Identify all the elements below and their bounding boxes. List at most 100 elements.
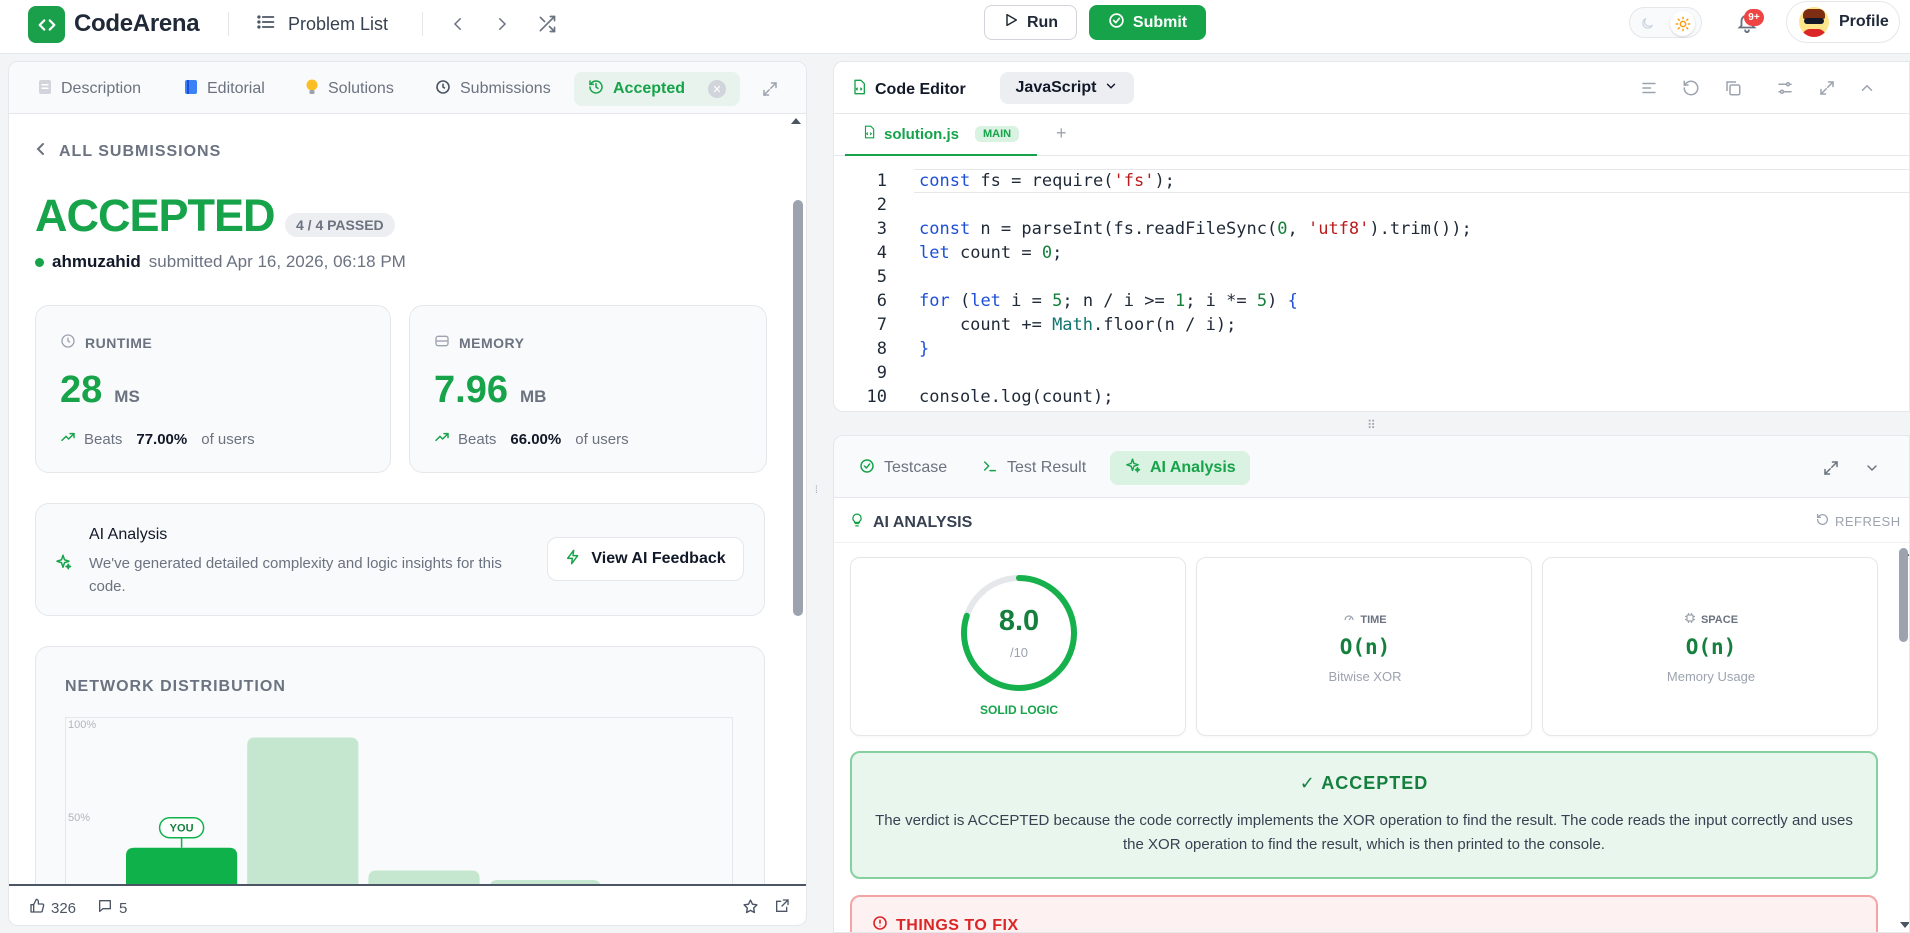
code-line[interactable]: 10 console.log(count); [834,385,1909,409]
chevron-right-icon[interactable] [488,10,516,38]
time-label-row: TIME [1197,612,1533,627]
star-icon[interactable] [742,898,759,915]
time-label: TIME [1360,613,1387,626]
verdict-explanation: ✓ ACCEPTED The verdict is ACCEPTED becau… [850,751,1878,879]
memory-beats-value: 66.00% [510,430,562,448]
code-text[interactable]: let count = 0; [919,241,1062,265]
problem-list-link[interactable]: Problem List [256,9,388,39]
theme-toggle[interactable] [1629,7,1702,38]
chevron-down-icon [1104,79,1118,98]
code-line[interactable]: 6 for (let i = 5; n / i >= 1; i *= 5) { [834,289,1909,313]
tab-ai-analysis[interactable]: AI Analysis [1110,451,1250,485]
tab-test-result-label: Test Result [1007,459,1087,476]
bottom-scrollbar-thumb[interactable] [1899,548,1908,642]
tab-description[interactable]: Description [38,72,141,106]
tab-test-result[interactable]: Test Result [982,451,1086,485]
tab-solutions[interactable]: Solutions [305,72,394,106]
line-number: 5 [876,267,887,287]
runtime-unit: MS [114,387,140,406]
brand-name[interactable]: CodeArena [74,10,200,38]
shuffle-icon[interactable] [533,10,561,38]
alert-icon [872,915,888,932]
code-line[interactable]: 2 [834,193,1909,217]
file-tab-solution[interactable]: solution.js MAIN [845,114,1037,156]
submit-button[interactable]: Submit [1089,5,1206,40]
chevron-left-icon[interactable] [444,10,472,38]
code-text[interactable]: console.log(count); [919,385,1113,409]
tab-testcase[interactable]: Testcase [859,451,947,485]
refresh-button[interactable]: REFRESH [1816,513,1901,529]
runtime-card: RUNTIME 28 MS Beats 77.00% of users [35,305,391,473]
space-complexity-card: SPACE O(n) Memory Usage [1542,557,1878,736]
profile-button[interactable]: Profile [1786,1,1900,43]
settings-icon[interactable] [1773,76,1797,100]
tab-editorial[interactable]: Editorial [184,72,265,106]
reset-icon[interactable] [1679,76,1703,100]
code-file-icon [851,78,867,101]
ai-analysis-header: AI ANALYSIS REFRESH [834,498,1909,543]
horizontal-resize-handle[interactable]: ⠿ [1367,418,1376,432]
copy-icon[interactable] [1721,76,1745,100]
tab-ai-analysis-label: AI Analysis [1150,459,1236,476]
scrollbar-thumb[interactable] [793,200,803,616]
comments-button[interactable]: 5 [97,898,127,918]
code-text[interactable]: const n = parseInt(fs.readFileSync(0, 'u… [919,217,1472,241]
line-number: 3 [876,219,887,239]
tab-submissions[interactable]: Submissions [435,72,551,106]
expand-icon[interactable] [1822,451,1840,485]
add-file-button[interactable]: + [1056,123,1067,144]
vertical-resize-handle[interactable]: ⁞ [815,485,818,496]
profile-label: Profile [1839,13,1889,30]
like-button[interactable]: 326 [29,898,76,918]
refresh-label: REFRESH [1835,513,1901,529]
chevron-up-icon[interactable] [1855,76,1879,100]
maximize-icon[interactable] [761,72,779,106]
code-line[interactable]: 8} [834,337,1909,361]
run-label: Run [1026,13,1059,31]
code-text[interactable]: for (let i = 5; n / i >= 1; i *= 5) { [919,289,1298,313]
code-line[interactable]: 4 let count = 0; [834,241,1909,265]
code-line[interactable]: 1 const fs = require('fs'); [834,169,1909,193]
you-label: YOU [170,823,194,835]
code-line[interactable]: 9 [834,361,1909,385]
book-icon [184,79,198,100]
line-number: 9 [876,363,887,383]
clock-icon [60,333,76,352]
all-submissions-link[interactable]: ALL SUBMISSIONS [35,142,221,161]
score-ring: 8.0 /10 [959,573,1079,693]
divider [228,12,229,36]
logo-icon[interactable] [28,6,65,43]
like-count: 326 [51,899,77,917]
view-ai-feedback-button[interactable]: View AI Feedback [547,537,744,581]
tab-accepted[interactable]: Accepted ✕ [574,72,741,106]
beats-prefix: Beats [84,430,123,448]
run-button[interactable]: Run [984,5,1077,40]
comment-icon [97,898,113,918]
format-icon[interactable] [1637,76,1661,100]
code-line[interactable]: 7 count += Math.floor(n / i); [834,313,1909,337]
expand-icon[interactable] [1815,76,1839,100]
space-label-row: SPACE [1543,612,1879,627]
runtime-number: 28 [60,369,103,411]
username[interactable]: ahmuzahid [52,252,141,272]
things-to-fix-title-row: THINGS TO FIX [872,915,1019,932]
sun-icon [1670,11,1695,36]
close-icon[interactable]: ✕ [708,80,727,98]
code-line[interactable]: 3 const n = parseInt(fs.readFileSync(0, '… [834,217,1909,241]
share-icon[interactable] [774,898,790,914]
view-ai-feedback-label: View AI Feedback [591,550,726,567]
line-number: 1 [876,171,887,191]
things-to-fix: THINGS TO FIX [850,895,1878,932]
code-text[interactable]: } [919,337,929,361]
runtime-label-row: RUNTIME [60,333,152,352]
bottom-tab-bar: Testcase Test Result AI Analysis [834,436,1909,498]
all-submissions-label: ALL SUBMISSIONS [59,142,222,160]
code-text[interactable]: const fs = require('fs'); [919,169,1175,193]
chevron-down-icon[interactable] [1864,451,1880,485]
code-text[interactable]: count += Math.floor(n / i); [919,313,1236,337]
code-line[interactable]: 5 [834,265,1909,289]
language-select[interactable]: JavaScript [1000,72,1134,104]
beats-suffix: of users [575,430,629,448]
bottom-panel: Testcase Test Result AI Analysis AI ANAL… [833,435,1910,933]
beats-suffix: of users [201,430,255,448]
